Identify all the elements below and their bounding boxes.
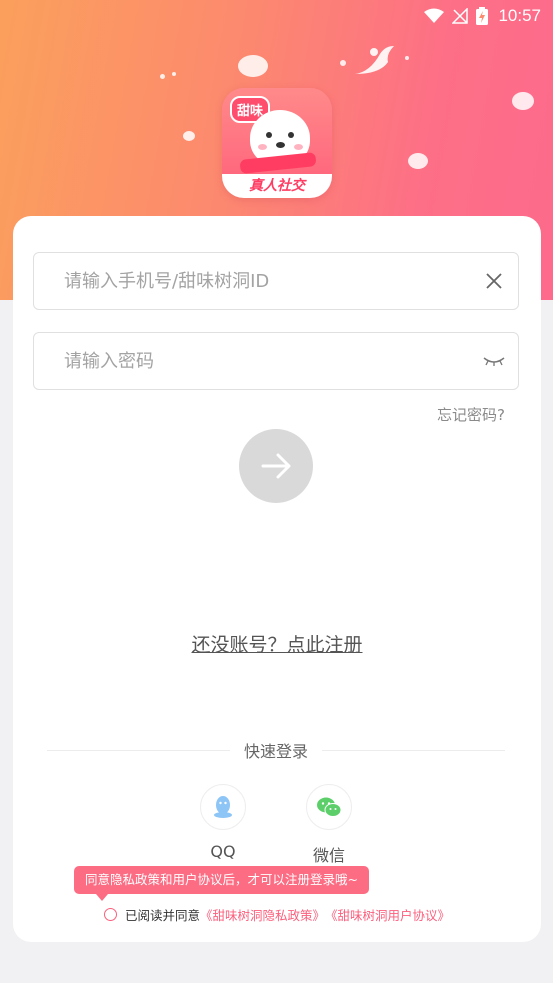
mascot-blush: [258, 144, 267, 150]
account-field: [33, 252, 519, 310]
wechat-icon: [306, 784, 352, 830]
wechat-login-button[interactable]: 微信: [299, 784, 359, 866]
privacy-policy-link[interactable]: 《甜味树洞隐私政策》: [200, 905, 325, 924]
quick-login-divider: 快速登录: [47, 740, 506, 761]
decor-bubble: [238, 55, 268, 77]
mascot-scarf: [239, 152, 317, 174]
login-submit-button[interactable]: [239, 429, 313, 503]
mascot-nose: [276, 142, 285, 148]
mascot-blush: [294, 144, 303, 150]
arrow-right-icon: [261, 453, 291, 479]
tooltip-arrow: [96, 894, 108, 901]
forgot-password-link[interactable]: 忘记密码?: [437, 404, 505, 425]
decor-bubble: [405, 56, 409, 60]
quick-login-title: 快速登录: [244, 742, 309, 761]
battery-charging-icon: [476, 7, 489, 25]
decor-bubble: [172, 72, 176, 76]
password-field: [33, 332, 519, 390]
wifi-icon: [424, 8, 445, 23]
splash-icon: [355, 46, 394, 74]
decor-bubble: [160, 74, 165, 79]
agreement-tooltip: 同意隐私政策和用户协议后，才可以注册登录哦~: [74, 866, 369, 901]
divider-line: [47, 749, 230, 751]
qq-label: QQ: [210, 842, 236, 861]
eye-closed-icon[interactable]: [470, 333, 518, 389]
account-input[interactable]: [34, 269, 470, 293]
password-input[interactable]: [34, 349, 470, 373]
qq-login-button[interactable]: QQ: [193, 784, 253, 861]
clear-icon[interactable]: [470, 253, 518, 309]
agreement-prefix: 已阅读并同意: [125, 908, 201, 923]
qq-icon: [200, 784, 246, 830]
wechat-label: 微信: [312, 846, 345, 865]
decor-bubble: [340, 60, 346, 66]
decor-bubble: [183, 131, 195, 141]
agreement-checkbox[interactable]: [104, 908, 117, 921]
divider-line: [322, 749, 506, 751]
decor-bubble: [512, 92, 534, 110]
mascot-eye: [266, 132, 272, 138]
logo-banner: 真人社交: [222, 174, 332, 198]
login-card: 忘记密码? 还没账号？点此注册 快速登录 QQ 微信 同意隐私政策和用户协议后，…: [13, 216, 541, 942]
register-link[interactable]: 还没账号？点此注册: [13, 630, 541, 657]
app-logo: 甜味 真人社交: [222, 88, 332, 198]
mascot-eye: [288, 132, 294, 138]
no-signal-icon: [452, 8, 469, 24]
user-agreement-link[interactable]: 《甜味树洞用户协议》: [325, 905, 450, 924]
decor-bubble: [408, 153, 428, 169]
agreement-row: 已阅读并同意 《甜味树洞隐私政策》 《甜味树洞用户协议》: [104, 905, 450, 924]
tooltip-text: 同意隐私政策和用户协议后，才可以注册登录哦~: [85, 872, 358, 887]
status-time: 10:57: [498, 6, 541, 25]
status-bar: 10:57: [0, 0, 553, 32]
